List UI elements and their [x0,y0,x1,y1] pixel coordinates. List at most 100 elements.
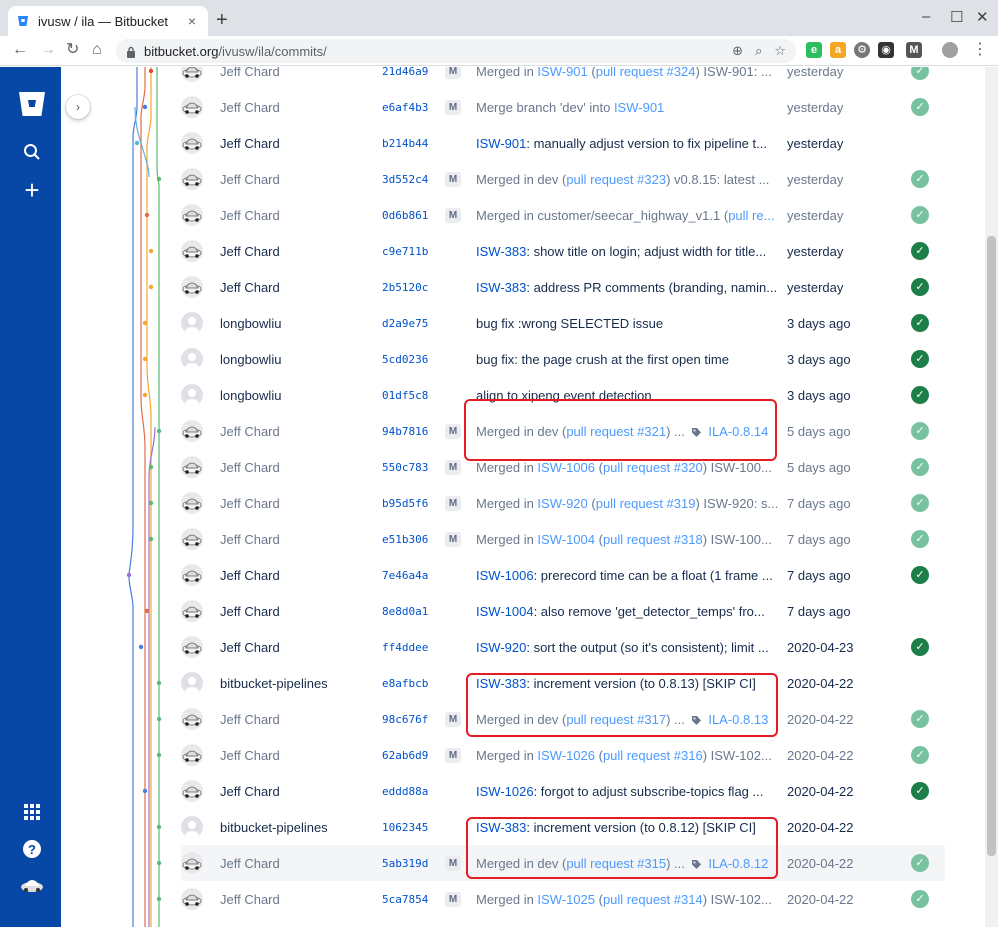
commit-hash-link[interactable]: 01df5c8 [382,389,428,402]
issue-link[interactable]: ISW-901 [614,100,664,115]
check-circle-icon[interactable]: ✓ [911,278,929,296]
minimize-icon[interactable]: – [922,8,930,25]
commit-message[interactable]: ISW-383: show title on login; adjust wid… [476,244,781,259]
commit-message[interactable]: ISW-1026: forgot to adjust subscribe-top… [476,784,781,799]
scrollbar-thumb[interactable] [987,236,996,856]
commit-hash-link[interactable]: eddd88a [382,785,428,798]
commit-hash-link[interactable]: 550c783 [382,461,428,474]
issue-link[interactable]: ISW-1026 [476,784,534,799]
bitbucket-logo-icon[interactable] [18,91,46,117]
check-circle-icon[interactable]: ✓ [911,350,929,368]
commit-row[interactable]: Jeff Chard 2b5120c ISW-383: address PR com… [181,269,945,305]
commit-message[interactable]: Merged in ISW-920 (pull request #319) IS… [476,496,781,511]
commit-row[interactable]: Jeff Chard e51b306 M Merged in ISW-1004 (pu… [181,521,945,557]
amazon-extension-icon[interactable]: a [830,42,846,58]
commit-message[interactable]: Merged in ISW-901 (pull request #324) IS… [476,67,781,79]
commit-hash-link[interactable]: 5ab319d [382,857,428,870]
check-circle-icon[interactable]: ✓ [911,422,929,440]
evernote-extension-icon[interactable]: e [806,42,822,58]
commit-message[interactable]: ISW-1006: prerecord time can be a float … [476,568,781,583]
check-circle-icon[interactable]: ✓ [911,494,929,512]
pull-request-link[interactable]: pull request #323 [566,172,666,187]
check-circle-icon[interactable]: ✓ [911,314,929,332]
commit-message[interactable]: ISW-920: sort the output (so it's consis… [476,640,781,655]
commit-row[interactable]: Jeff Chard ff4ddee ISW-920: sort the outpu… [181,629,945,665]
check-circle-icon[interactable]: ✓ [911,170,929,188]
search-icon[interactable] [20,143,44,165]
commit-message[interactable]: Merge branch 'dev' into ISW-901 [476,100,781,115]
pull-request-link[interactable]: pull request #314 [603,892,703,907]
pull-request-link[interactable]: pull request #316 [603,748,703,763]
commit-row[interactable]: longbowliu 5cd0236 bug fix: the page crush… [181,341,945,377]
issue-link[interactable]: ISW-1006 [476,568,534,583]
pull-request-link[interactable]: pull request #319 [596,496,696,511]
reload-icon[interactable]: ↻ [66,40,79,60]
browser-tab[interactable]: ivusw / ila — Bitbucket × [8,6,208,36]
commit-message[interactable]: Merged in customer/seecar_highway_v1.1 (… [476,208,781,223]
commit-hash-link[interactable]: 1062345 [382,821,428,834]
commit-hash-link[interactable]: c9e711b [382,245,428,258]
window-close-icon[interactable]: ✕ [976,8,989,26]
commit-message[interactable]: bug fix :wrong SELECTED issue [476,316,781,331]
commit-row[interactable]: Jeff Chard eddd88a ISW-1026: forgot to adj… [181,773,945,809]
issue-link[interactable]: ISW-1004 [537,532,595,547]
zoom-icon[interactable]: ⌕ [755,43,762,59]
check-circle-icon[interactable]: ✓ [911,890,929,908]
check-circle-icon[interactable]: ✓ [911,530,929,548]
commit-row[interactable]: Jeff Chard 5ca7854 M Merged in ISW-1025 (pu… [181,881,945,917]
issue-link[interactable]: ISW-920 [476,640,526,655]
new-tab-button[interactable]: + [216,10,228,30]
commit-row[interactable]: Jeff Chard 3d552c4 M Merged in dev (pull re… [181,161,945,197]
issue-link[interactable]: ISW-1025 [537,892,595,907]
commit-message[interactable]: bug fix: the page crush at the first ope… [476,352,781,367]
commit-hash-link[interactable]: 3d552c4 [382,173,428,186]
commit-row[interactable]: Jeff Chard 21d46a9 M Merged in ISW-901 (pul… [181,67,945,89]
commit-hash-link[interactable]: 5ca7854 [382,893,428,906]
commit-hash-link[interactable]: 21d46a9 [382,67,428,78]
address-bar[interactable]: bitbucket.org/ivusw/ila/commits/ ⊕ ⌕ ☆ [116,39,796,63]
commit-row[interactable]: Jeff Chard 8e8d0a1 ISW-1004: also remove '… [181,593,945,629]
commit-row[interactable]: Jeff Chard e6af4b3 M Merge branch 'dev' int… [181,89,945,125]
issue-link[interactable]: ISW-901 [476,136,526,151]
close-tab-icon[interactable]: × [184,13,200,29]
commit-hash-link[interactable]: 98c676f [382,713,428,726]
pull-request-link[interactable]: pull request #324 [596,67,696,79]
check-circle-icon[interactable]: ✓ [911,638,929,656]
commit-hash-link[interactable]: 7e46a4a [382,569,428,582]
user-avatar-icon[interactable] [20,875,44,899]
camera-extension-icon[interactable]: ◉ [878,42,894,58]
commit-hash-link[interactable]: 8e8d0a1 [382,605,428,618]
commit-row[interactable]: Jeff Chard 0d6b861 M Merged in customer/see… [181,197,945,233]
commit-hash-link[interactable]: 0d6b861 [382,209,428,222]
commit-hash-link[interactable]: 62ab6d9 [382,749,428,762]
commit-message[interactable]: Merged in dev (pull request #323) v0.8.1… [476,172,781,187]
extension-icon[interactable]: ⚙ [854,42,870,58]
check-circle-icon[interactable]: ✓ [911,854,929,872]
commit-row[interactable]: Jeff Chard 62ab6d9 M Merged in ISW-1026 (pu… [181,737,945,773]
help-icon[interactable]: ? [20,839,44,863]
commit-message[interactable]: ISW-901: manually adjust version to fix … [476,136,781,151]
check-circle-icon[interactable]: ✓ [911,710,929,728]
commit-hash-link[interactable]: b214b44 [382,137,428,150]
check-circle-icon[interactable]: ✓ [911,746,929,764]
maximize-icon[interactable]: ☐ [950,8,963,26]
commit-message[interactable]: ISW-383: address PR comments (branding, … [476,280,781,295]
issue-link[interactable]: ISW-383 [476,280,526,295]
commit-message[interactable]: ISW-1004: also remove 'get_detector_temp… [476,604,781,619]
profile-avatar-icon[interactable] [942,42,958,58]
commit-hash-link[interactable]: ff4ddee [382,641,428,654]
forward-icon[interactable]: → [40,40,56,60]
commit-row[interactable]: Jeff Chard b214b44 ISW-901: manually adjus… [181,125,945,161]
commit-message[interactable]: Merged in ISW-1006 (pull request #320) I… [476,460,781,475]
check-circle-icon[interactable]: ✓ [911,98,929,116]
check-circle-icon[interactable]: ✓ [911,386,929,404]
commit-message[interactable]: Merged in ISW-1026 (pull request #316) I… [476,748,781,763]
commit-hash-link[interactable]: e8afbcb [382,677,428,690]
check-circle-icon[interactable]: ✓ [911,242,929,260]
pull-request-link[interactable]: pull re... [728,208,774,223]
issue-link[interactable]: ISW-920 [537,496,587,511]
pull-request-link[interactable]: pull request #320 [603,460,703,475]
home-icon[interactable]: ⌂ [92,40,102,60]
commit-row[interactable]: longbowliu d2a9e75 bug fix :wrong SELECTED… [181,305,945,341]
commit-hash-link[interactable]: e51b306 [382,533,428,546]
